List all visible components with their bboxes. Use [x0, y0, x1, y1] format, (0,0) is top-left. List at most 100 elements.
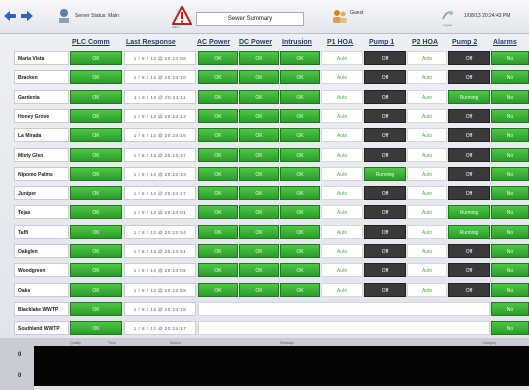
table-row[interactable]: Honey Grove OK 1 / 8 / 13 @ 20:24:12 OK OK OK… [14, 108, 529, 123]
ac-power-status: OK [198, 205, 238, 220]
dc-power-status: OK [239, 263, 279, 278]
station-name[interactable]: La Mirada [14, 128, 69, 143]
alarm-scrollbar[interactable] [34, 386, 529, 390]
station-name[interactable]: Honey Grove [14, 108, 69, 123]
no-data-cell [198, 301, 490, 316]
plc-comm-status: OK [70, 263, 122, 278]
pump1-status: Running [364, 166, 406, 181]
pump2-status: Running [448, 224, 490, 239]
dc-power-status: OK [239, 186, 279, 201]
table-row[interactable]: La Mirada OK 1 / 8 / 13 @ 20:24:16 OK OK OK Au… [14, 128, 529, 143]
pump2-status: Off [448, 263, 490, 278]
pump1-status: Off [364, 263, 406, 278]
sewer-summary-screen: Server Status: Main Alarm Sewer Summary … [0, 0, 529, 390]
ac-power-status: OK [198, 70, 238, 85]
station-name[interactable]: Southland WWTP [14, 321, 69, 336]
pump1-status: Off [364, 128, 406, 143]
plc-comm-status: OK [70, 301, 122, 316]
last-response: 1 / 8 / 13 @ 20:24:17 [124, 321, 196, 336]
intrusion-status: OK [280, 128, 320, 143]
alarm-warning-icon[interactable] [172, 6, 192, 26]
pump2-status: Off [448, 244, 490, 258]
table-row[interactable]: Bracken OK 1 / 8 / 13 @ 20:24:10 OK OK OK Auto… [14, 70, 529, 85]
station-name[interactable]: Bracken [14, 70, 69, 85]
logout-icon[interactable] [440, 8, 454, 22]
dc-power-status: OK [239, 108, 279, 123]
forward-arrow-icon[interactable] [20, 9, 34, 23]
server-status-label: Server Status: Main [75, 13, 119, 19]
alarm-col-message: Message [280, 341, 295, 345]
last-response: 1 / 8 / 13 @ 20:23:54 [124, 224, 196, 239]
intrusion-status: OK [280, 282, 320, 297]
p1-hoa-mode: Auto [321, 186, 363, 201]
station-name[interactable]: Gardenia [14, 89, 69, 104]
alarm-col-quality: Quality [70, 341, 81, 345]
ac-power-status: OK [198, 282, 238, 297]
station-name[interactable]: Maria Vista [14, 51, 69, 65]
p2-hoa-mode: Auto [407, 70, 447, 85]
p2-hoa-mode: Auto [407, 51, 447, 65]
pump1-status: Off [364, 70, 406, 85]
alarms-status: No [491, 70, 529, 85]
p1-hoa-mode: Auto [321, 70, 363, 85]
intrusion-status: OK [280, 224, 320, 239]
dc-power-status: OK [239, 166, 279, 181]
alarms-status: No [491, 89, 529, 104]
station-name[interactable]: Oaks [14, 282, 69, 297]
alarms-status: No [491, 282, 529, 297]
last-response: 1 / 8 / 13 @ 20:24:16 [124, 128, 196, 143]
ac-power-status: OK [198, 108, 238, 123]
alarm-icon-label: Alarm [172, 25, 180, 29]
pump1-status: Off [364, 282, 406, 297]
alarms-status: No [491, 108, 529, 123]
station-name[interactable]: Misty Glen [14, 147, 69, 162]
p1-hoa-mode: Auto [321, 108, 363, 123]
station-name[interactable]: Tejas [14, 205, 69, 220]
p2-hoa-mode: Auto [407, 128, 447, 143]
station-name[interactable]: Nipomo Palms [14, 166, 69, 181]
intrusion-status: OK [280, 51, 320, 65]
station-name[interactable]: Juniper [14, 186, 69, 201]
station-name[interactable]: Taffi [14, 224, 69, 239]
last-response: 1 / 8 / 13 @ 20:23:59 [124, 282, 196, 297]
alarm-col-source: Source [170, 341, 182, 345]
table-row[interactable]: Maria Vista OK 1 / 8 / 13 @ 20:24:06 OK OK OK… [14, 51, 529, 65]
table-row[interactable]: Oakglen OK 1 / 8 / 13 @ 20:23:51 OK OK OK Auto… [14, 244, 529, 258]
user-indicator[interactable]: Guest [332, 9, 363, 23]
station-name[interactable]: Woodgreen [14, 263, 69, 278]
alarm-count-active: 0 [18, 352, 22, 358]
ac-power-status: OK [198, 51, 238, 65]
ac-power-status: OK [198, 224, 238, 239]
table-row[interactable]: Gardenia OK 1 / 8 / 13 @ 20:24:11 OK OK OK Aut… [14, 89, 529, 104]
p2-hoa-mode: Auto [407, 244, 447, 258]
alarms-status: No [491, 301, 529, 316]
table-row[interactable]: Tejas OK 1 / 8 / 13 @ 20:24:01 OK OK OK Auto Of… [14, 205, 529, 220]
table-row[interactable]: Oaks OK 1 / 8 / 13 @ 20:23:59 OK OK OK Auto Off… [14, 282, 529, 297]
table-row[interactable]: Misty Glen OK 1 / 8 / 13 @ 20:23:47 OK OK OK A… [14, 147, 529, 162]
table-row[interactable]: Southland WWTP OK 1 / 8 / 13 @ 20:24:17 No [14, 321, 529, 336]
plc-comm-status: OK [70, 321, 122, 336]
back-arrow-icon[interactable] [3, 9, 17, 23]
p1-hoa-mode: Auto [321, 282, 363, 297]
ac-power-status: OK [198, 186, 238, 201]
plc-comm-status: OK [70, 244, 122, 258]
table-row[interactable]: Woodgreen OK 1 / 8 / 13 @ 20:24:02 OK OK OK Au… [14, 263, 529, 278]
table-row[interactable]: Blacklake WWTP OK 1 / 8 / 13 @ 20:24:16 No [14, 301, 529, 316]
pump1-status: Off [364, 89, 406, 104]
station-name[interactable]: Blacklake WWTP [14, 301, 69, 316]
pump1-status: Off [364, 147, 406, 162]
col-header-alarms: Alarms [493, 39, 517, 46]
pump1-status: Off [364, 205, 406, 220]
table-row[interactable]: Nipomo Palms OK 1 / 8 / 13 @ 20:23:43 OK OK O… [14, 166, 529, 181]
alarm-list[interactable] [34, 346, 529, 386]
p1-hoa-mode: Auto [321, 128, 363, 143]
table-row[interactable]: Taffi OK 1 / 8 / 13 @ 20:23:54 OK OK OK Auto Of… [14, 224, 529, 239]
dc-power-status: OK [239, 205, 279, 220]
col-header-intrusion: Intrusion [282, 39, 312, 46]
alarms-status: No [491, 321, 529, 336]
table-row[interactable]: Juniper OK 1 / 8 / 13 @ 20:24:17 OK OK OK Auto… [14, 186, 529, 201]
pump1-status: Off [364, 108, 406, 123]
col-header-ac-power: AC Power [197, 39, 231, 46]
server-status[interactable]: Server Status: Main [57, 8, 119, 24]
station-name[interactable]: Oakglen [14, 244, 69, 258]
